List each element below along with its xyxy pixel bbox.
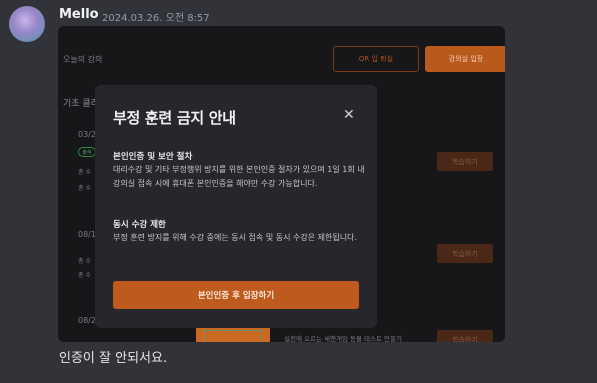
section-heading: 본인인증 및 보안 절차 (113, 152, 193, 162)
fraud-notice-modal: 부정 훈련 금지 안내 ✕ 본인인증 및 보안 절차 대리수강 및 기타 부정행… (95, 85, 377, 328)
message-timestamp: 2024.03.26. 오전 8:57 (102, 13, 210, 24)
study-button: 학습하기 (437, 152, 493, 171)
message-text: 인증이 잘 안되서요. (59, 351, 168, 366)
row-detail: 총 수 (78, 272, 91, 279)
lecture-thumbnail-frame (204, 330, 262, 342)
section-body: 대리수강 및 기타 부정행위 방지를 위한 본인인증 절차가 있으며 1일 1회… (113, 165, 365, 188)
lecture-caption: 실전에 오르는 세맨게임 동물 테스트 만들기 (284, 335, 402, 342)
row-date: 08/1 (78, 230, 96, 239)
verify-and-enter-button: 본인인증 후 입장하기 (113, 281, 359, 309)
enter-classroom-button: 강의실 입장 (425, 46, 505, 72)
row-detail: 총 수 (78, 258, 91, 265)
qr-checkin-button: QR 입 퇴실 (333, 46, 419, 72)
study-button: 학습하기 (437, 330, 493, 342)
attendance-badge: 출석 (78, 147, 96, 157)
study-button: 학습하기 (437, 244, 493, 263)
close-icon: ✕ (343, 107, 355, 123)
row-detail: 총 수 (78, 169, 91, 176)
attached-screenshot[interactable]: 오늘의 강의 QR 입 퇴실 강의실 입장 기초 클라 03/2 출석 총 수 … (58, 26, 505, 342)
username[interactable]: Mello (59, 7, 99, 22)
row-detail: 총 수 (78, 185, 91, 192)
section-heading: 동시 수강 제한 (113, 220, 166, 230)
today-lecture-label: 오늘의 강의 (63, 55, 103, 64)
course-section-label: 기초 클라 (63, 99, 99, 109)
row-date: 08/2 (78, 316, 96, 325)
modal-title: 부정 훈련 금지 안내 (113, 109, 236, 127)
section-body: 부정 훈련 방지를 위해 수강 중에는 동시 접속 및 동시 수강은 제한됩니다… (113, 233, 357, 242)
row-date: 03/2 (78, 130, 96, 139)
user-avatar[interactable] (9, 6, 45, 42)
